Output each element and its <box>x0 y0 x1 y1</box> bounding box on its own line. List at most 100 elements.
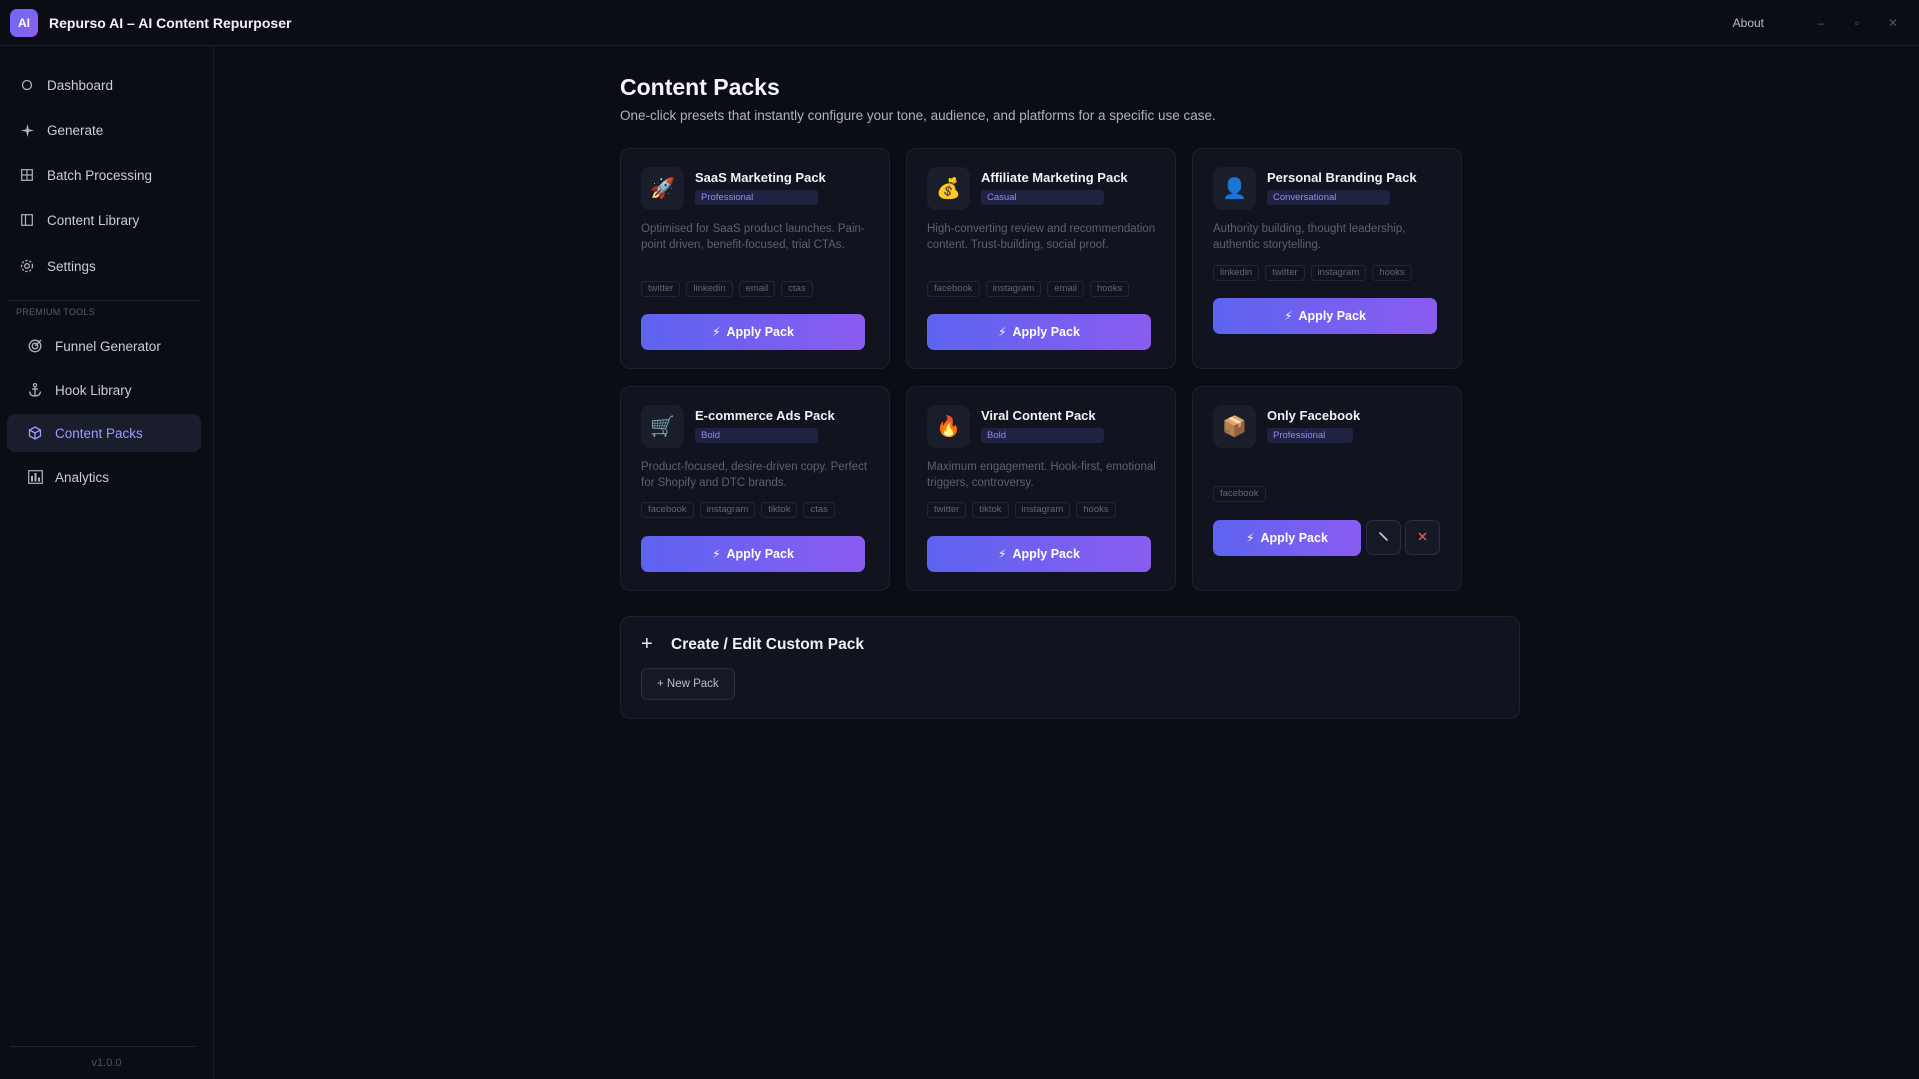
close-window-button[interactable]: ✕ <box>1875 16 1911 30</box>
platform-tag: linkedin <box>686 281 733 297</box>
platform-tag: instagram <box>1310 265 1367 281</box>
about-link[interactable]: About <box>1733 16 1764 30</box>
new-pack-button[interactable]: + New Pack <box>641 668 735 700</box>
pack-name: Viral Content Pack <box>981 408 1096 423</box>
tone-badge: Bold <box>981 428 1104 443</box>
tone-badge: Professional <box>1267 428 1353 443</box>
platform-tag: tiktok <box>972 502 1009 518</box>
pack-card-personal-branding: 👤 Personal Branding Pack Conversational … <box>1192 148 1462 369</box>
tone-badge: Professional <box>695 190 818 205</box>
platform-tag: instagram <box>985 281 1042 297</box>
sidebar-item-label: Hook Library <box>55 382 132 398</box>
sidebar-item-label: Batch Processing <box>47 167 153 183</box>
sidebar-item-hook-library[interactable]: Hook Library <box>7 371 201 409</box>
rocket-icon: 🚀 <box>641 167 684 210</box>
custom-pack-panel: + Create / Edit Custom Pack + New Pack <box>620 616 1520 719</box>
platform-tag: ctas <box>803 502 835 518</box>
app-title: Repurso AI – AI Content Repurposer <box>49 14 292 31</box>
apply-pack-button[interactable]: ⚡ Apply Pack <box>927 314 1151 350</box>
edit-pack-button[interactable] <box>1366 520 1401 555</box>
platform-tag: ctas <box>781 281 813 297</box>
apply-pack-button[interactable]: ⚡ Apply Pack <box>641 314 865 350</box>
platform-tag: email <box>1047 281 1084 297</box>
maximize-button[interactable]: ▫ <box>1839 16 1875 30</box>
anchor-icon <box>25 383 45 397</box>
sidebar-item-label: Funnel Generator <box>55 338 161 354</box>
sidebar-divider <box>7 300 201 301</box>
pack-name: Personal Branding Pack <box>1267 170 1417 185</box>
sidebar-item-content-packs[interactable]: Content Packs <box>7 414 201 452</box>
window-controls: About – ▫ ✕ <box>1733 0 1919 46</box>
minimize-button[interactable]: – <box>1803 16 1839 30</box>
pack-tags: facebook <box>1213 486 1266 502</box>
pack-description: Authority building, thought leadership, … <box>1213 223 1406 251</box>
pack-card-viral: 🔥 Viral Content Pack Bold Maximum engage… <box>906 386 1176 591</box>
pack-card-only-facebook: 📦 Only Facebook Professional facebook ⚡ … <box>1192 386 1462 591</box>
platform-tag: hooks <box>1076 502 1116 518</box>
title-bar: AI Repurso AI – AI Content Repurposer Ab… <box>0 0 1919 46</box>
bolt-icon: ⚡ <box>712 547 721 561</box>
person-icon: 👤 <box>1213 167 1256 210</box>
sidebar-item-funnel-generator[interactable]: Funnel Generator <box>7 327 201 365</box>
pack-name: Affiliate Marketing Pack <box>981 170 1128 185</box>
page-subtitle: One-click presets that instantly configu… <box>620 108 1216 123</box>
plus-icon: + <box>641 633 653 655</box>
sidebar-item-label: Generate <box>47 122 104 138</box>
pack-tags: facebook instagram email hooks <box>927 281 1130 297</box>
tone-badge: Bold <box>695 428 818 443</box>
bolt-icon: ⚡ <box>1246 531 1255 545</box>
tone-badge: Conversational <box>1267 190 1390 205</box>
pack-card-affiliate: 💰 Affiliate Marketing Pack Casual High-c… <box>906 148 1176 369</box>
platform-tag: twitter <box>927 502 967 518</box>
platform-tag: tiktok <box>761 502 798 518</box>
sidebar-footer-divider <box>10 1046 196 1047</box>
platform-tag: instagram <box>699 502 756 518</box>
bolt-icon: ⚡ <box>998 325 1007 339</box>
tone-badge: Casual <box>981 190 1104 205</box>
platform-tag: twitter <box>1265 265 1305 281</box>
platform-tag: facebook <box>1213 486 1266 502</box>
sidebar-item-batch-processing[interactable]: Batch Processing <box>7 156 201 194</box>
sidebar-item-dashboard[interactable]: Dashboard <box>7 66 201 104</box>
sidebar-item-settings[interactable]: Settings <box>7 247 201 285</box>
circle-icon <box>17 79 37 91</box>
pack-description: Optimised for SaaS product launches. Pai… <box>641 223 865 251</box>
platform-tag: instagram <box>1014 502 1071 518</box>
platform-tag: facebook <box>641 502 694 518</box>
pack-name: SaaS Marketing Pack <box>695 170 826 185</box>
apply-pack-button[interactable]: ⚡ Apply Pack <box>641 536 865 572</box>
fire-icon: 🔥 <box>927 405 970 448</box>
apply-pack-button[interactable]: ⚡ Apply Pack <box>927 536 1151 572</box>
sidebar-item-analytics[interactable]: Analytics <box>7 458 201 496</box>
gear-icon <box>17 258 37 274</box>
money-bag-icon: 💰 <box>927 167 970 210</box>
bolt-icon: ⚡ <box>998 547 1007 561</box>
sidebar-item-label: Analytics <box>55 469 110 485</box>
page-title: Content Packs <box>620 74 780 100</box>
package-icon: 📦 <box>1213 405 1256 448</box>
delete-pack-button[interactable] <box>1405 520 1440 555</box>
target-icon <box>25 339 45 353</box>
sidebar-item-content-library[interactable]: Content Library <box>7 201 201 239</box>
apply-pack-button[interactable]: ⚡ Apply Pack <box>1213 298 1437 334</box>
bar-chart-icon <box>25 470 45 484</box>
premium-tools-label: PREMIUM TOOLS <box>16 307 96 317</box>
pack-card-saas: 🚀 SaaS Marketing Pack Professional Optim… <box>620 148 890 369</box>
pack-description: Maximum engagement. Hook-first, emotiona… <box>927 461 1156 489</box>
platform-tag: hooks <box>1372 265 1412 281</box>
bolt-icon: ⚡ <box>712 325 721 339</box>
custom-pack-title: Create / Edit Custom Pack <box>671 636 864 653</box>
sidebar-item-generate[interactable]: Generate <box>7 111 201 149</box>
pack-description: Product-focused, desire-driven copy. Per… <box>641 461 868 489</box>
grid-icon <box>17 169 37 181</box>
platform-tag: twitter <box>641 281 681 297</box>
cart-icon: 🛒 <box>641 405 684 448</box>
apply-pack-button[interactable]: ⚡ Apply Pack <box>1213 520 1361 556</box>
pack-tags: facebook instagram tiktok ctas <box>641 502 835 518</box>
sidebar-item-label: Dashboard <box>47 77 114 93</box>
pencil-icon <box>1378 529 1389 547</box>
library-icon <box>17 214 37 226</box>
platform-tag: hooks <box>1089 281 1130 297</box>
sidebar-item-label: Content Packs <box>55 425 143 441</box>
pack-name: Only Facebook <box>1267 408 1361 423</box>
